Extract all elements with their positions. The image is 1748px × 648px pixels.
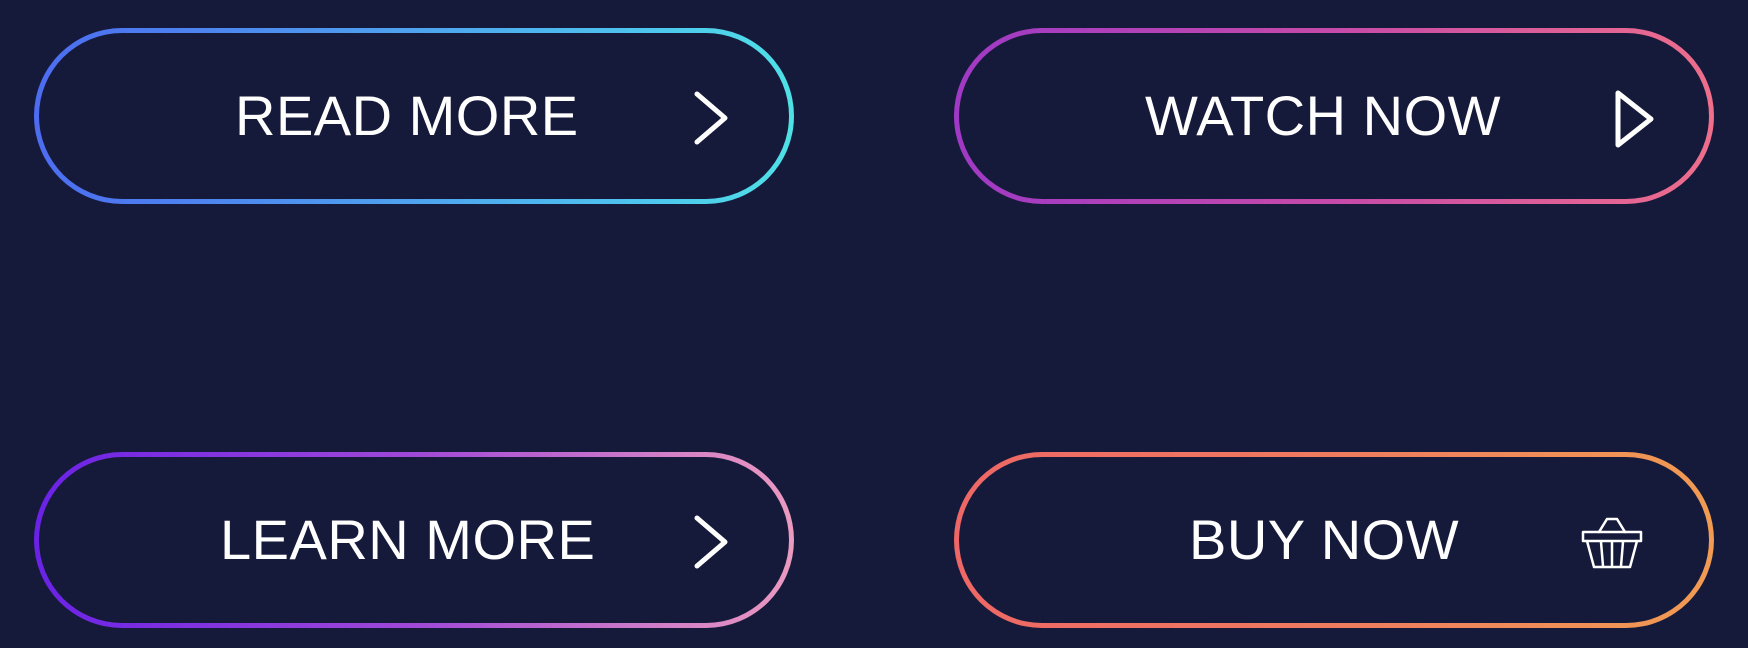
read-more-button[interactable]: READ MORE	[34, 28, 794, 204]
watch-now-button[interactable]: WATCH NOW	[954, 28, 1714, 204]
read-more-label: READ MORE	[235, 84, 579, 147]
basket-icon	[1581, 517, 1643, 569]
buy-now-label: BUY NOW	[1189, 508, 1460, 571]
chevron-right-icon	[694, 515, 728, 569]
learn-more-label: LEARN MORE	[220, 508, 596, 571]
watch-now-label: WATCH NOW	[1145, 84, 1501, 147]
learn-more-button[interactable]: LEARN MORE	[34, 452, 794, 628]
buy-now-button[interactable]: BUY NOW	[954, 452, 1714, 628]
play-icon	[1615, 90, 1654, 148]
chevron-right-icon	[694, 91, 728, 145]
